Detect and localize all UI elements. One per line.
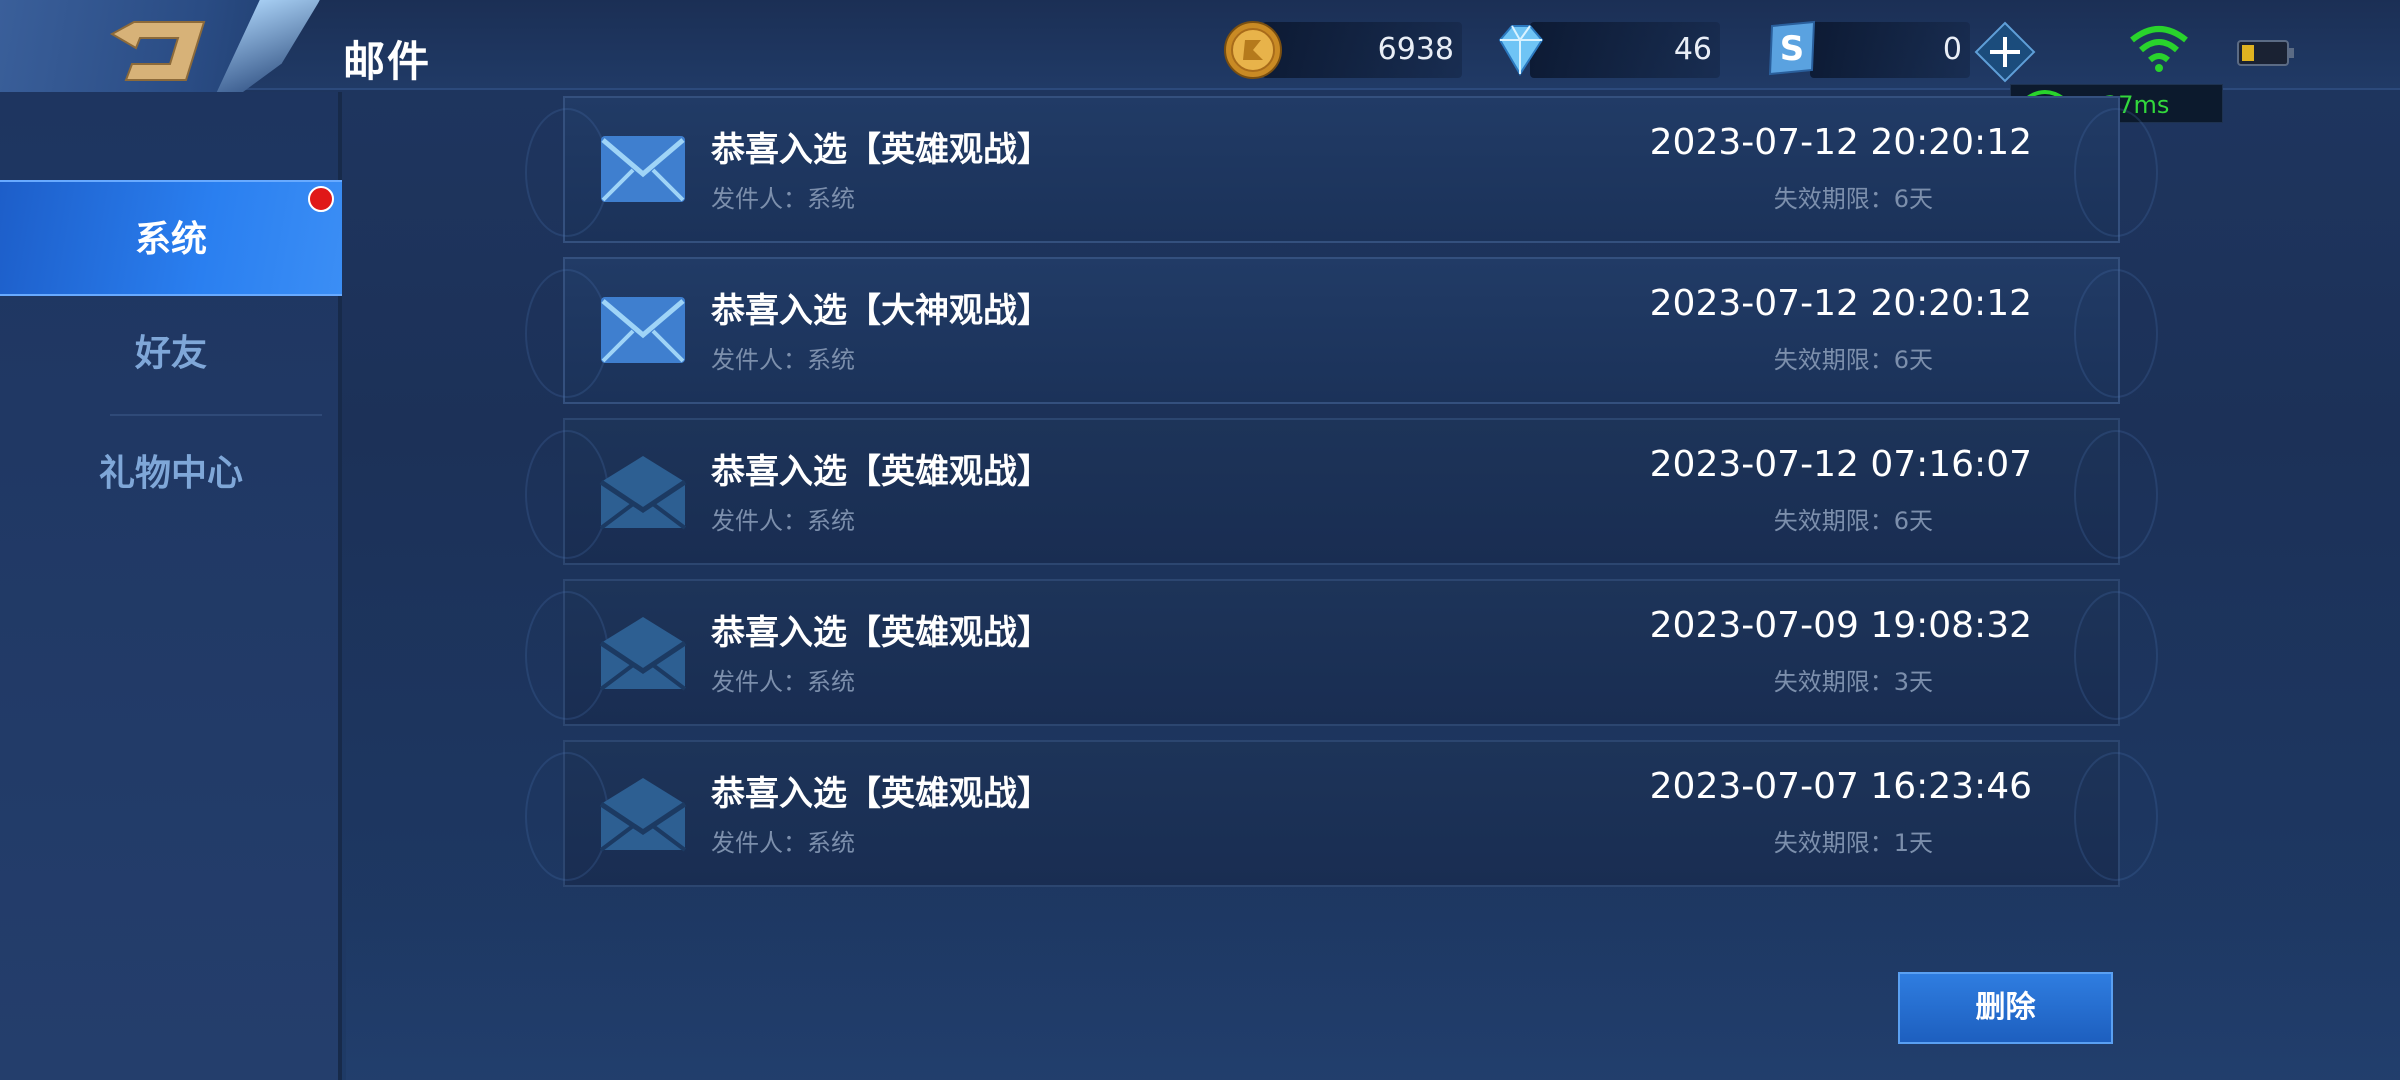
mail-sender: 发件人：系统 [711, 829, 855, 857]
mail-subject: 恭喜入选【英雄观战】 [711, 130, 1051, 170]
page-title: 邮件 [343, 37, 432, 86]
wifi-icon [2130, 26, 2188, 72]
sidebar-item-label: 礼物中心 [98, 453, 243, 494]
notification-badge [308, 186, 334, 212]
mail-time: 2023-07-12 20:20:12 [1649, 122, 2032, 163]
back-button[interactable] [0, 0, 320, 106]
battery-icon [2237, 40, 2294, 66]
sidebar-item-gift-center[interactable]: 礼物中心 [0, 416, 342, 532]
read-mail-icon [599, 456, 687, 530]
mail-subject: 恭喜入选【英雄观战】 [711, 452, 1051, 492]
delete-button[interactable]: 删除 [1898, 972, 2113, 1044]
mail-expire: 失效期限：6天 [1773, 346, 1933, 374]
diamond-currency: 46 [1530, 22, 1720, 78]
read-mail-icon [599, 778, 687, 852]
unread-mail-icon [601, 297, 685, 363]
s-coupon-icon: S [1768, 20, 1816, 76]
mail-expire: 失效期限：6天 [1773, 507, 1933, 535]
diamond-amount: 46 [1673, 32, 1712, 67]
mail-time: 2023-07-12 20:20:12 [1649, 283, 2032, 324]
sidebar-item-system[interactable]: 系统 [0, 180, 342, 296]
gold-amount: 6938 [1377, 32, 1454, 67]
mail-item[interactable]: 恭喜入选【英雄观战】 发件人：系统 2023-07-09 19:08:32 失效… [525, 579, 2158, 726]
mail-sender: 发件人：系统 [711, 507, 855, 535]
gold-currency: 6938 [1262, 22, 1462, 78]
mail-subject: 恭喜入选【大神观战】 [711, 291, 1051, 331]
sidebar-item-label: 好友 [134, 333, 207, 374]
mail-subject: 恭喜入选【英雄观战】 [711, 774, 1051, 814]
mail-time: 2023-07-07 16:23:46 [1649, 766, 2032, 807]
mail-expire: 失效期限：1天 [1773, 829, 1933, 857]
mail-time: 2023-07-12 07:16:07 [1649, 444, 2032, 485]
sidebar-item-friends[interactable]: 好友 [0, 296, 342, 412]
mail-sender: 发件人：系统 [711, 346, 855, 374]
sidebar-item-label: 系统 [134, 219, 207, 260]
coupon-amount: 0 [1942, 32, 1962, 67]
read-mail-icon [599, 617, 687, 691]
mail-time: 2023-07-09 19:08:32 [1649, 605, 2032, 646]
mail-item[interactable]: 恭喜入选【英雄观战】 发件人：系统 2023-07-07 16:23:46 失效… [525, 740, 2158, 887]
back-arrow-icon [109, 21, 206, 81]
mail-expire: 失效期限：6天 [1773, 185, 1933, 213]
mail-subject: 恭喜入选【英雄观战】 [711, 613, 1051, 653]
diamond-icon [1498, 25, 1544, 76]
mail-sender: 发件人：系统 [711, 668, 855, 696]
mail-item[interactable]: 恭喜入选【大神观战】 发件人：系统 2023-07-12 20:20:12 失效… [525, 257, 2158, 404]
gold-coin-icon [1224, 21, 1282, 79]
mail-item[interactable]: 恭喜入选【英雄观战】 发件人：系统 2023-07-12 07:16:07 失效… [525, 418, 2158, 565]
mail-sender: 发件人：系统 [711, 185, 855, 213]
coupon-currency: 0 [1810, 22, 1970, 78]
mail-expire: 失效期限：3天 [1773, 668, 1933, 696]
sidebar: 系统 好友 礼物中心 [0, 92, 342, 1080]
svg-text:S: S [1780, 29, 1805, 69]
add-currency-button[interactable] [1974, 21, 2036, 83]
unread-mail-icon [601, 136, 685, 202]
mail-item[interactable]: 恭喜入选【英雄观战】 发件人：系统 2023-07-12 20:20:12 失效… [525, 96, 2158, 243]
